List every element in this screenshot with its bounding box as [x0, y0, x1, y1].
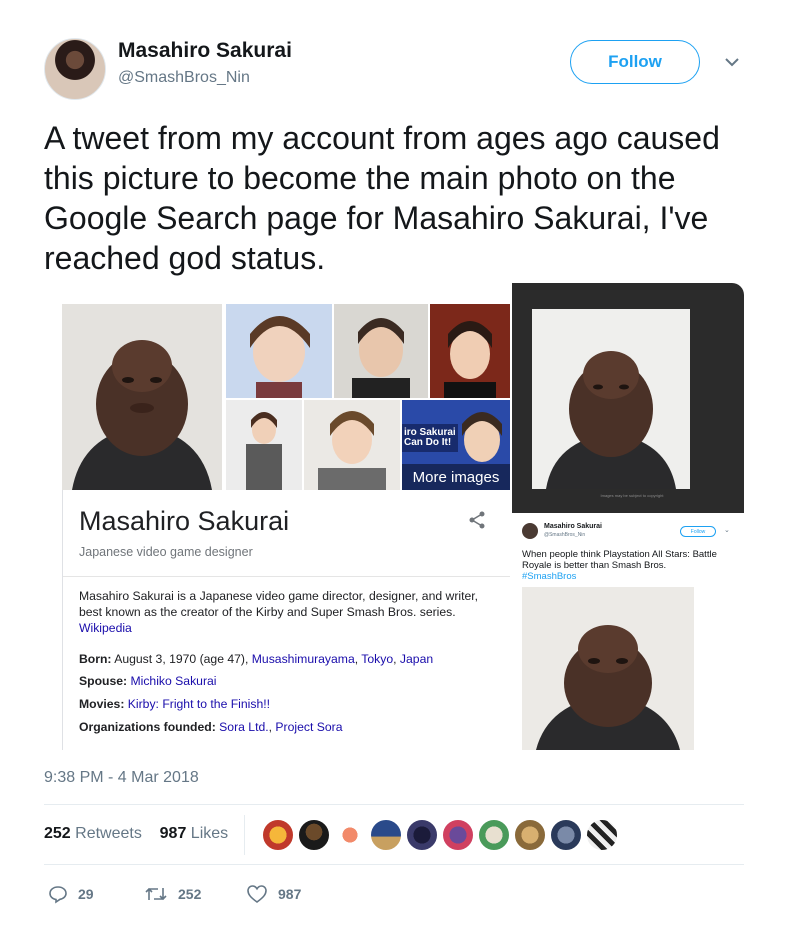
kp-description: Masahiro Sakurai is a Japanese video gam… — [79, 589, 479, 635]
like-button[interactable]: 987 — [246, 884, 301, 904]
liker-avatar[interactable] — [406, 819, 438, 851]
chevron-down-icon[interactable] — [722, 54, 742, 70]
tweet-timestamp[interactable]: 9:38 PM - 4 Mar 2018 — [44, 769, 199, 787]
born-place-link[interactable]: Japan — [400, 652, 433, 666]
share-icon[interactable] — [467, 510, 487, 530]
photo-viewer-image[interactable]: Images may be subject to copyright — [512, 283, 744, 513]
liker-avatars — [262, 819, 618, 851]
spouse-link[interactable]: Michiko Sakurai — [130, 674, 216, 688]
author-name[interactable]: Masahiro Sakurai — [118, 39, 292, 63]
embedded-tweet-image[interactable]: Masahiro Sakurai @SmashBros_Nin Follow ⌄… — [512, 517, 744, 750]
retweet-button[interactable]: 252 — [144, 884, 201, 904]
kp-born-row: Born: August 3, 1970 (age 47), Musashimu… — [79, 652, 434, 666]
tweet-text: A tweet from my account from ages ago ca… — [44, 120, 720, 276]
more-images-label[interactable]: More images — [402, 464, 510, 490]
thumbnail-image[interactable]: iro Sakurai Can Do It! More images — [402, 400, 510, 490]
born-place-link[interactable]: Tokyo — [361, 652, 393, 666]
thumbnail-banner-text: iro Sakurai Can Do It! — [404, 427, 456, 448]
author-handle[interactable]: @SmashBros_Nin — [118, 69, 250, 87]
wikipedia-link[interactable]: Wikipedia — [79, 621, 132, 635]
mini-avatar — [522, 523, 538, 539]
reply-icon — [49, 886, 67, 904]
reply-button[interactable]: 29 — [48, 884, 94, 904]
liker-avatar[interactable] — [586, 819, 618, 851]
follow-button-label: Follow — [608, 52, 662, 71]
movies-link[interactable]: Kirby: Fright to the Finish!! — [128, 697, 270, 711]
heart-icon — [247, 885, 267, 903]
kp-divider — [63, 576, 510, 577]
kp-orgs-row: Organizations founded: Sora Ltd., Projec… — [79, 720, 343, 734]
liker-avatar[interactable] — [442, 819, 474, 851]
born-place-link[interactable]: Musashimurayama — [252, 652, 355, 666]
divider — [44, 864, 744, 865]
tweet-stats: 252 Retweets 987 Likes — [44, 825, 228, 843]
mini-author-handle: @SmashBros_Nin — [544, 532, 586, 538]
liker-avatar[interactable] — [550, 819, 582, 851]
liker-avatar[interactable] — [478, 819, 510, 851]
kp-subtitle: Japanese video game designer — [79, 545, 253, 559]
viewer-caption: Images may be subject to copyright — [600, 493, 664, 498]
thumbnail-image[interactable] — [226, 400, 302, 490]
thumbnail-image[interactable] — [334, 304, 428, 398]
mini-follow-button: Follow — [680, 526, 716, 537]
viewer-photo — [532, 309, 690, 489]
liker-avatar[interactable] — [514, 819, 546, 851]
kp-title: Masahiro Sakurai — [79, 506, 290, 536]
liker-avatar[interactable] — [370, 819, 402, 851]
retweets-stat[interactable]: 252 Retweets — [44, 825, 142, 842]
thumbnail-image[interactable] — [430, 304, 510, 398]
author-avatar[interactable] — [44, 38, 106, 100]
org-link[interactable]: Project Sora — [275, 720, 342, 734]
mini-hashtag: #SmashBros — [522, 571, 577, 582]
thumbnail-image[interactable] — [304, 400, 400, 490]
follow-button[interactable]: Follow — [570, 40, 700, 84]
kp-spouse-row: Spouse: Michiko Sakurai — [79, 674, 217, 688]
liker-avatar[interactable] — [262, 819, 294, 851]
liker-avatar[interactable] — [334, 819, 366, 851]
liker-avatar[interactable] — [298, 819, 330, 851]
main-photo — [62, 304, 222, 490]
mini-author-name: Masahiro Sakurai — [544, 523, 602, 530]
knowledge-panel: Masahiro Sakurai Japanese video game des… — [62, 490, 510, 750]
google-panel-image[interactable]: iro Sakurai Can Do It! More images Masah… — [62, 304, 510, 750]
retweet-icon — [145, 887, 167, 901]
mini-photo — [522, 587, 694, 750]
org-link[interactable]: Sora Ltd. — [219, 720, 268, 734]
divider — [44, 804, 744, 805]
stats-separator — [244, 815, 245, 855]
likes-stat[interactable]: 987 Likes — [160, 825, 229, 842]
kp-movies-row: Movies: Kirby: Fright to the Finish!! — [79, 697, 271, 711]
mini-chevron-icon: ⌄ — [724, 527, 730, 534]
thumbnail-image[interactable] — [226, 304, 332, 398]
mini-tweet-text: When people think Playstation All Stars:… — [522, 549, 717, 582]
